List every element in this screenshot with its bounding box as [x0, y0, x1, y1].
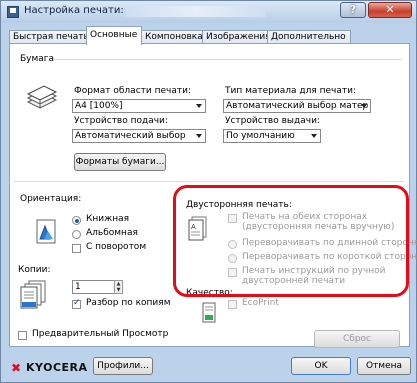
paper-source-select[interactable]: Автоматический выбор	[72, 129, 206, 143]
paper-source-label: Устройство подачи:	[74, 116, 168, 126]
chevron-down-icon	[196, 104, 202, 108]
output-tray-label: Устройство выдачи:	[225, 116, 320, 126]
portrait-page-icon	[36, 219, 56, 244]
tab-imaging[interactable]: Изображения	[202, 30, 271, 44]
ecoprint-page-icon	[202, 302, 216, 323]
copies-icon	[20, 280, 46, 309]
close-button[interactable]: ✕	[368, 2, 412, 18]
landscape-label[interactable]: Альбомная	[86, 228, 138, 238]
portrait-radio[interactable]	[72, 216, 81, 225]
paper-source-value: Автоматический выбор	[75, 131, 186, 141]
media-type-label: Тип материала для печати:	[225, 86, 357, 96]
collate-label[interactable]: Разбор по копиям	[86, 298, 171, 308]
chevron-down-icon	[196, 134, 202, 138]
copies-input[interactable]: 1	[72, 280, 116, 294]
paper-group-label: Бумага	[20, 54, 55, 64]
paper-size-select[interactable]: A4 [100%]	[72, 99, 206, 113]
portrait-label[interactable]: Книжная	[86, 214, 129, 224]
media-type-value: Автоматический выбор матер	[226, 101, 369, 111]
section-divider	[14, 181, 404, 182]
paper-size-value: A4 [100%]	[75, 101, 123, 111]
title-bar[interactable]: Настройка печати: ? ✕	[1, 1, 416, 23]
ecoprint-checkbox[interactable]	[228, 300, 237, 309]
orientation-label: Ориентация:	[20, 194, 82, 204]
copies-label: Копии:	[18, 265, 51, 275]
output-tray-value: По умолчанию	[226, 131, 295, 141]
preview-checkbox[interactable]	[18, 331, 27, 340]
landscape-radio[interactable]	[72, 230, 81, 239]
tab-quick-print[interactable]: Быстрая печать	[9, 30, 89, 44]
paper-size-label: Формат области печати:	[74, 86, 191, 96]
profiles-button[interactable]: Профили...	[93, 357, 153, 375]
preview-label[interactable]: Предварительный Просмотр	[32, 329, 168, 339]
reset-button[interactable]: Сброс	[314, 330, 400, 348]
output-tray-select[interactable]: По умолчанию	[223, 129, 321, 143]
paper-formats-button[interactable]: Форматы бумаги...	[74, 153, 166, 171]
copies-stepper[interactable]: ▲ ▼	[114, 280, 123, 294]
paper-group-divider	[54, 59, 402, 60]
chevron-down-icon	[311, 134, 317, 138]
kyocera-mark-icon: ✖	[11, 361, 22, 375]
help-button[interactable]: ?	[340, 2, 366, 18]
ecoprint-label[interactable]: EcoPrint	[242, 298, 279, 308]
cancel-button[interactable]: Отмена	[357, 357, 411, 375]
tab-layout[interactable]: Компоновка	[141, 30, 203, 44]
kyocera-logo-text: KYOCERA	[26, 361, 88, 374]
tab-advanced[interactable]: Дополнительно	[267, 30, 351, 44]
printer-icon	[7, 6, 19, 18]
media-type-select[interactable]: Автоматический выбор матер	[223, 99, 371, 113]
chevron-down-icon	[361, 104, 367, 108]
collate-checkbox[interactable]	[72, 298, 81, 309]
duplex-highlight-annotation	[173, 185, 409, 297]
tab-basic[interactable]: Основные	[86, 26, 142, 45]
ok-button[interactable]: OK	[291, 357, 351, 375]
paper-stack-icon	[26, 85, 58, 109]
title-printer-name	[126, 6, 266, 17]
dialog-footer: ✖ KYOCERA Профили... OK Отмена	[1, 351, 416, 382]
window-title: Настройка печати:	[24, 5, 124, 16]
print-settings-window: Настройка печати: ? ✕ Быстрая печать Осн…	[0, 0, 417, 383]
rotated-checkbox[interactable]	[72, 244, 81, 253]
rotated-label[interactable]: С поворотом	[86, 242, 146, 252]
